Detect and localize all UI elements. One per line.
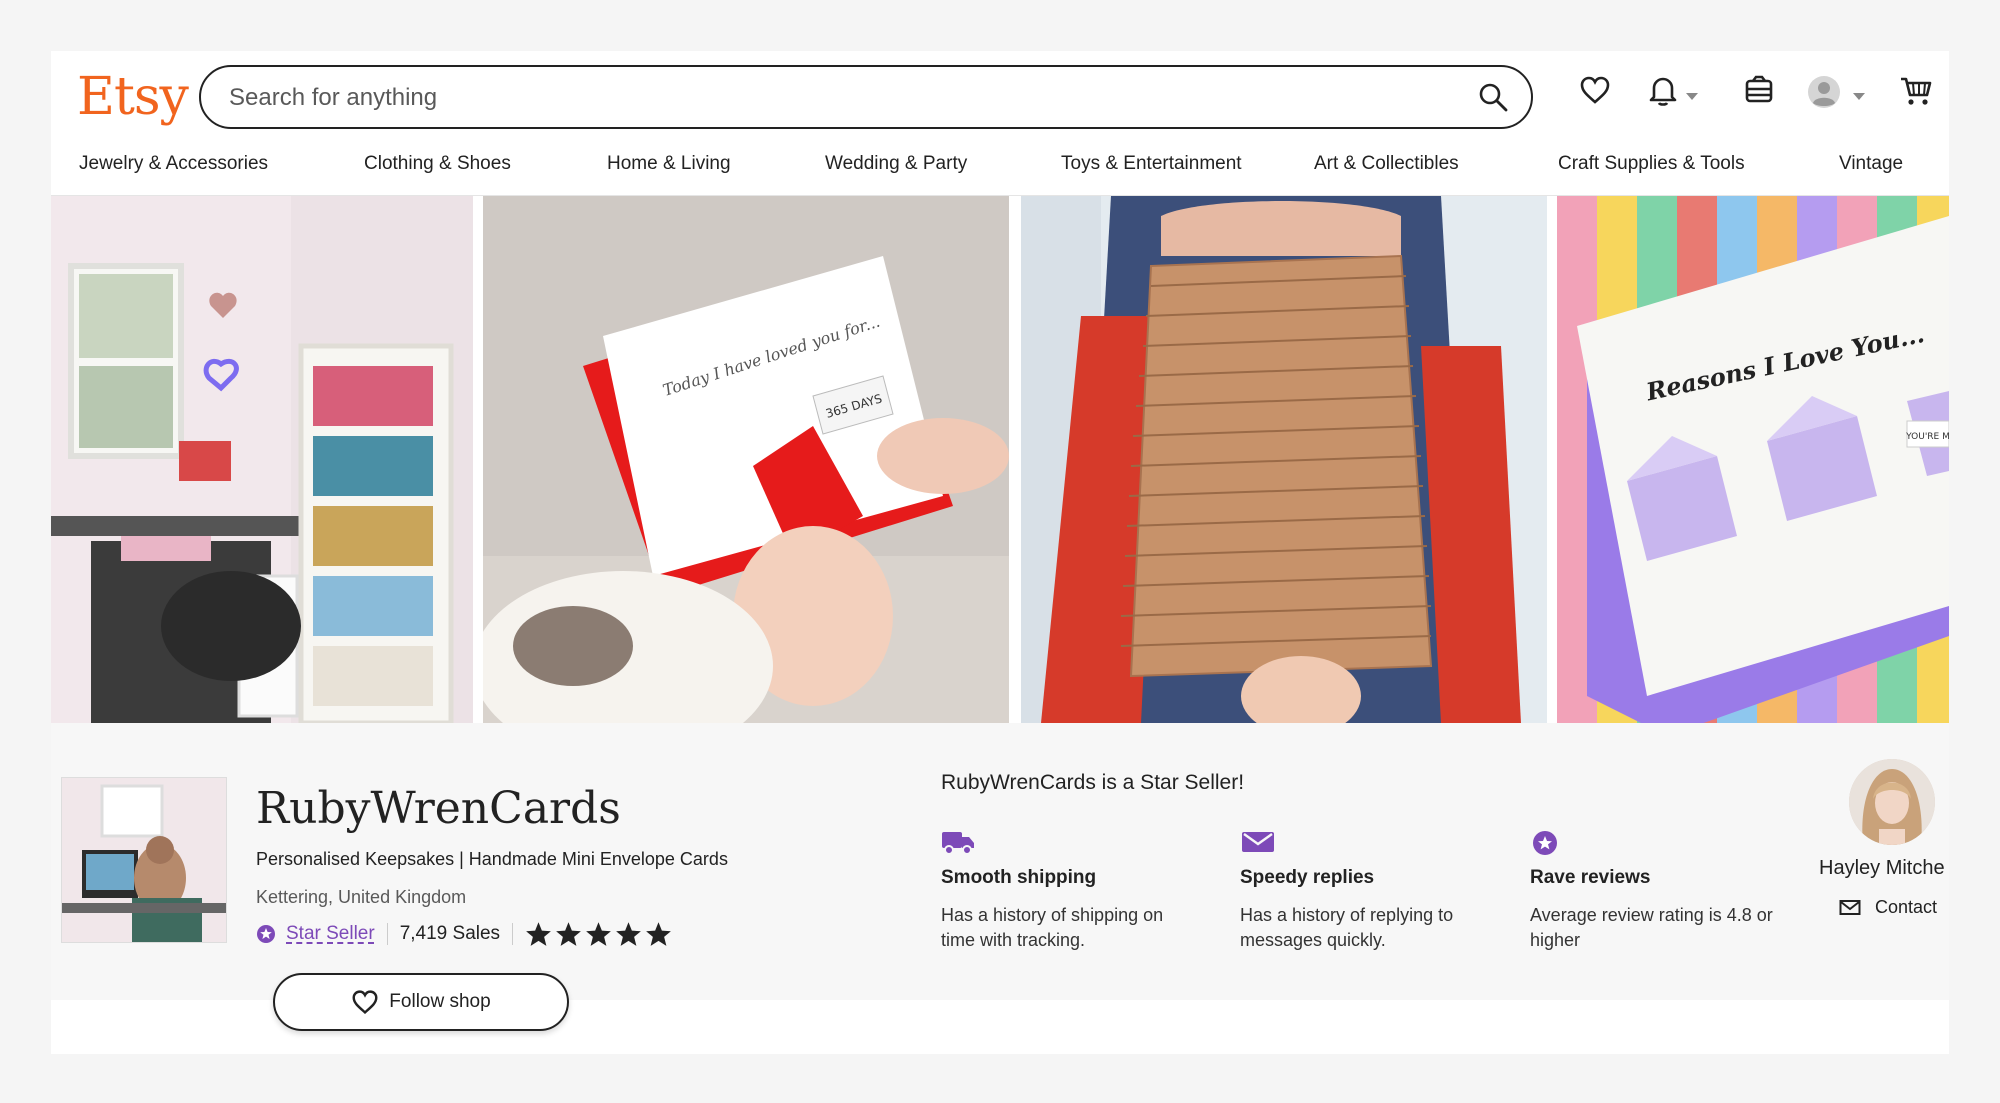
star-icon: [556, 922, 581, 946]
shop-info-section: RubyWrenCards Personalised Keepsakes | H…: [51, 723, 1949, 1031]
rating-stars[interactable]: [525, 921, 672, 947]
cart-button[interactable]: [1899, 75, 1933, 115]
bell-icon: [1649, 77, 1677, 106]
notifications-button[interactable]: [1648, 75, 1698, 115]
shop-title: Personalised Keepsakes | Handmade Mini E…: [256, 849, 728, 869]
follow-shop-button[interactable]: Follow shop: [273, 973, 569, 1031]
feature-title: Speedy replies: [1240, 867, 1375, 888]
category-link[interactable]: Home & Living: [607, 153, 731, 175]
chevron-down-icon: [1686, 93, 1698, 100]
search-icon[interactable]: [1477, 81, 1509, 113]
message-icon: [1839, 899, 1861, 915]
feature-speedy-replies: Speedy replies Has a history of replying…: [1240, 828, 1500, 953]
shop-avatar[interactable]: [61, 777, 227, 943]
sales-count: 7,419 Sales: [399, 923, 501, 944]
contact-button[interactable]: Contact: [1839, 897, 1937, 918]
message-icon: [1242, 832, 1274, 852]
category-link[interactable]: Jewelry & Accessories: [79, 153, 268, 175]
feature-description: Has a history of shipping on time with t…: [941, 905, 1164, 950]
divider: [386, 923, 388, 945]
shop-location: Kettering, United Kingdom: [256, 887, 467, 907]
gift-button[interactable]: [1743, 75, 1775, 115]
star-seller-heading: RubyWrenCards is a Star Seller!: [941, 771, 1245, 794]
category-link[interactable]: Vintage: [1839, 153, 1903, 175]
search-bar[interactable]: [199, 65, 1533, 129]
category-link[interactable]: Craft Supplies & Tools: [1558, 153, 1745, 175]
banner-image-envelopes: [1021, 196, 1547, 723]
gift-icon: [1745, 75, 1773, 103]
shop-stats-row: Star Seller 7,419 Sales: [256, 919, 672, 949]
favorites-button[interactable]: [1579, 75, 1611, 115]
banner-card-tag: YOU'RE M: [1905, 432, 1949, 442]
owner-name[interactable]: Hayley Mitche: [1819, 857, 1945, 880]
star-icon: [616, 922, 641, 946]
category-link[interactable]: Wedding & Party: [825, 153, 967, 175]
star-badge-icon: [1533, 831, 1557, 855]
star-icon: [526, 922, 551, 946]
follow-shop-label: Follow shop: [389, 991, 491, 1012]
star-seller-link[interactable]: Star Seller: [286, 923, 375, 945]
banner-image-card-reasons: Reasons I Love You... YOU'RE M: [1557, 196, 1949, 723]
heart-icon: [1580, 76, 1610, 104]
feature-title: Smooth shipping: [941, 867, 1097, 888]
search-input[interactable]: [227, 67, 1461, 129]
owner-avatar[interactable]: [1849, 759, 1935, 845]
category-link[interactable]: Art & Collectibles: [1314, 153, 1459, 175]
star-icon: [586, 922, 611, 946]
feature-smooth-shipping: Smooth shipping Has a history of shippin…: [941, 828, 1201, 953]
category-nav: Jewelry & Accessories Clothing & Shoes H…: [77, 153, 1937, 189]
feature-description: Average review rating is 4.8 or higher: [1530, 905, 1773, 950]
account-button[interactable]: [1807, 75, 1865, 115]
feature-rave-reviews: Rave reviews Average review rating is 4.…: [1530, 828, 1790, 953]
feature-title: Rave reviews: [1530, 867, 1651, 888]
etsy-logo[interactable]: Etsy: [77, 67, 189, 127]
page: Etsy Search for anything Jewelry & Acces…: [51, 51, 1949, 1054]
account-icon: [1808, 76, 1840, 108]
star-icon: [646, 922, 671, 946]
divider: [512, 923, 514, 945]
chevron-down-icon: [1853, 93, 1865, 100]
cart-icon: [1901, 77, 1932, 105]
shop-name: RubyWrenCards: [256, 783, 621, 834]
banner-image-card-365: Today I have loved you for... 365 DAYS: [483, 196, 1009, 723]
star-seller-badge-icon: [257, 925, 275, 943]
banner-image-studio: [51, 196, 473, 723]
category-link[interactable]: Toys & Entertainment: [1061, 153, 1242, 175]
feature-description: Has a history of replying to messages qu…: [1240, 905, 1454, 950]
category-link[interactable]: Clothing & Shoes: [364, 153, 511, 175]
contact-label: Contact: [1875, 897, 1938, 917]
heart-icon: [352, 990, 378, 1015]
truck-icon: [942, 832, 974, 855]
